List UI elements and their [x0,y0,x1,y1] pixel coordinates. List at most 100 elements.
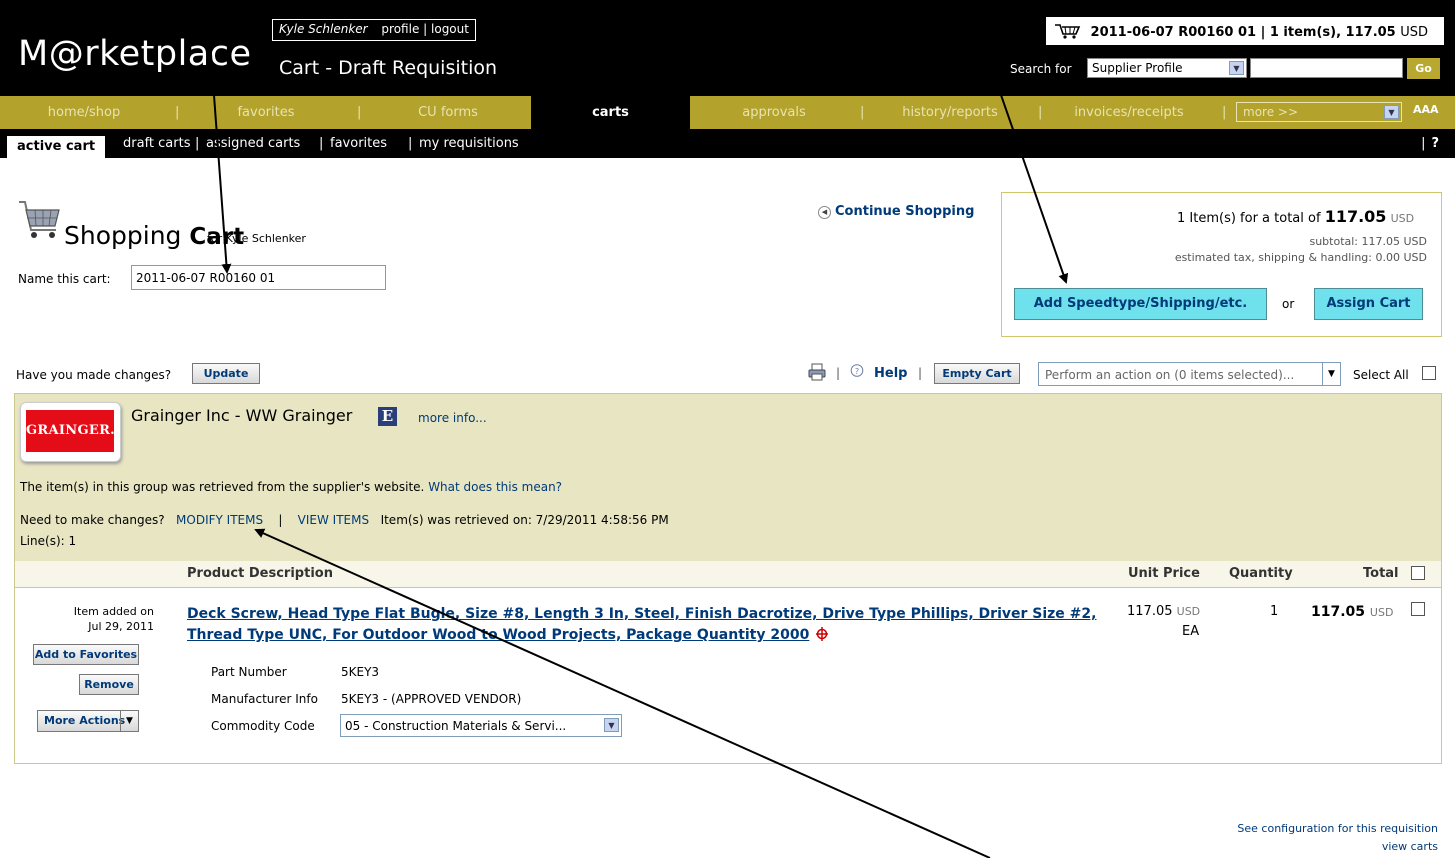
help-question-text: ? [1431,136,1439,151]
add-speedtype-button[interactable]: Add Speedtype/Shipping/etc. [1014,288,1267,320]
cart-owner: for Kyle Schlenker [207,232,306,245]
nav-approvals[interactable]: approvals [690,96,858,129]
cart-summary-text: 2011-06-07 R00160 01 | 1 item(s), 117.05 [1090,25,1396,40]
subnav-my-requisitions[interactable]: my requisitions [419,129,519,158]
marketplace-logo[interactable]: M@rketplace [18,34,252,74]
more-nav-select[interactable]: more >> ▼ [1236,102,1402,122]
grainger-logo: GRAINGER. [20,402,121,462]
cart-summary-link[interactable]: 2011-06-07 R00160 01 | 1 item(s), 117.05… [1046,17,1444,45]
product-description-link[interactable]: Deck Screw, Head Type Flat Bugle, Size #… [187,604,1107,646]
line-select-checkbox[interactable] [1411,602,1425,616]
help-bubble-icon: ? [850,364,864,377]
product-description-text: Deck Screw, Head Type Flat Bugle, Size #… [187,606,1097,643]
modify-items-link[interactable]: MODIFY ITEMS [176,513,263,527]
more-actions-label: More Actions [44,714,126,727]
nav-cu-forms[interactable]: CU forms [364,96,532,129]
line-total-currency: USD [1369,606,1394,619]
search-type-value: Supplier Profile [1092,61,1183,75]
sub-nav: draft carts | assigned carts | favorites… [0,129,1455,158]
col-unit-price: Unit Price [1128,566,1200,581]
nav-carts[interactable]: carts [531,96,690,129]
nav-invoices-receipts[interactable]: invoices/receipts [1045,96,1213,129]
or-label: or [1282,297,1295,311]
search-type-select[interactable]: Supplier Profile ▼ [1087,58,1247,78]
unit-price-currency: USD [1176,605,1201,618]
logout-link[interactable]: logout [431,22,469,36]
modify-row: Need to make changes? MODIFY ITEMS | VIE… [20,513,669,527]
cart-total-currency: USD [1390,212,1415,225]
user-box: Kyle Schlenker profile | logout [272,19,476,41]
remove-button[interactable]: Remove [79,674,139,695]
commodity-code-label: Commodity Code [211,719,315,733]
line-total-value: 117.05 [1311,604,1366,620]
added-on-date: Jul 29, 2011 [88,620,154,633]
manufacturer-value: 5KEY3 - (APPROVED VENDOR) [341,692,522,706]
add-to-favorites-button[interactable]: Add to Favorites [33,644,139,665]
line-count: Line(s): 1 [20,534,77,548]
item-action-select[interactable]: Perform an action on (0 items selected).… [1038,362,1341,386]
product-info-icon [816,627,829,641]
nav-separator: | [357,105,362,120]
cart-title-prefix: Shopping [64,221,190,250]
help-sep: | [1421,136,1426,151]
print-icon[interactable] [808,363,826,381]
more-info-link[interactable]: more info... [418,411,487,425]
more-nav-label: more >> [1243,105,1299,119]
nav-separator: | [1222,105,1227,120]
view-carts-link[interactable]: view carts [1382,840,1438,853]
go-button[interactable]: Go [1407,58,1440,79]
supplier-name: Grainger Inc - WW Grainger [131,406,353,425]
user-sep: | [423,22,432,36]
changes-label: Have you made changes? [16,368,172,382]
subnav-separator: | [319,136,324,151]
profile-link[interactable]: profile [381,22,419,36]
assign-cart-button[interactable]: Assign Cart [1314,288,1423,320]
back-arrow-icon: ◀ [818,206,831,219]
tax-line: estimated tax, shipping & handling: 0.00… [1174,251,1427,264]
unit-price-value: 117.05 [1127,604,1173,619]
continue-shopping-link[interactable]: ◀ Continue Shopping [818,204,974,219]
part-number-label: Part Number [211,665,287,679]
retrieved-text: The item(s) in this group was retrieved … [20,480,425,494]
help-question[interactable]: |? [1421,129,1439,158]
subnav-assigned-carts[interactable]: assigned carts [206,129,300,158]
chevron-down-icon: ▼ [1322,363,1340,385]
view-items-link[interactable]: VIEW ITEMS [298,513,369,527]
cart-total-summary: 1 Item(s) for a total of 117.05 USD [1177,207,1414,226]
svg-text:?: ? [855,367,859,376]
cart-summary-currency: USD [1400,25,1429,40]
select-all-checkbox[interactable] [1422,366,1436,380]
update-button[interactable]: Update [192,363,260,384]
col-total: Total [1363,566,1399,581]
see-configuration-link[interactable]: See configuration for this requisition [1237,822,1438,835]
nav-history-reports[interactable]: history/reports [866,96,1034,129]
chevron-down-icon: ▼ [1384,105,1399,119]
continue-shopping-text: Continue Shopping [835,204,975,219]
col-product-description: Product Description [187,566,333,581]
commodity-code-select[interactable]: 05 - Construction Materials & Servi... ▼ [340,714,622,737]
more-actions-button[interactable]: More Actions ▼ [37,710,139,732]
font-size-toggle[interactable]: AAA [1413,103,1445,121]
select-all-lines-checkbox[interactable] [1411,566,1425,580]
cart-name-input[interactable]: 2011-06-07 R00160 01 [131,265,386,290]
search-label: Search for [1010,62,1072,76]
nav-favorites[interactable]: favorites [182,96,350,129]
action-separator: | [836,366,841,380]
nav-home-shop[interactable]: home/shop [0,96,168,129]
cart-name-label: Name this cart: [18,272,111,286]
subtotal-details: subtotal: 117.05 USD estimated tax, ship… [1175,234,1427,266]
subnav-favorites[interactable]: favorites [330,129,387,158]
electronic-supplier-icon: E [378,407,397,426]
chevron-down-icon: ▼ [604,718,619,732]
subtotal-line: subtotal: 117.05 USD [1309,235,1427,248]
line-total: 117.05 USD [1311,604,1393,620]
what-does-this-mean-link[interactable]: What does this mean? [428,480,562,494]
subnav-draft-carts[interactable]: draft carts [123,129,190,158]
empty-cart-button[interactable]: Empty Cart [934,363,1020,384]
help-link[interactable]: Help [874,366,907,381]
chevron-down-icon: ▼ [1229,61,1244,75]
col-quantity: Quantity [1229,566,1293,581]
select-all-label: Select All [1353,368,1409,382]
search-input[interactable] [1250,58,1403,78]
subnav-active-cart[interactable]: active cart [7,136,106,158]
